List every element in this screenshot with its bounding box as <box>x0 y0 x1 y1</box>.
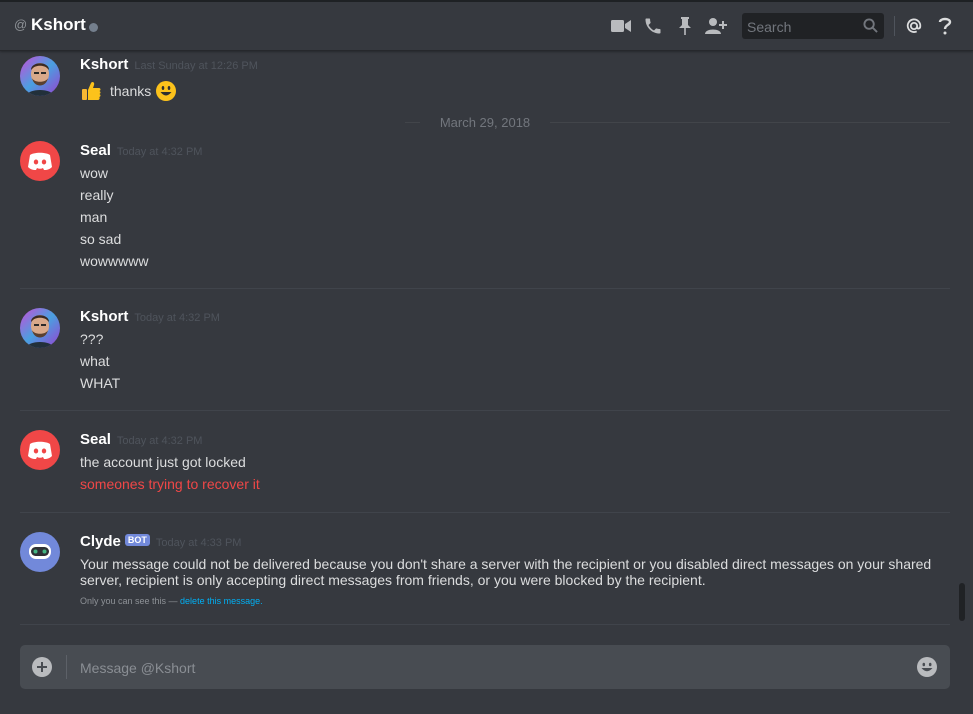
delete-message-link[interactable]: delete this message. <box>180 596 263 606</box>
message-timestamp: Last Sunday at 12:26 PM <box>134 60 258 72</box>
channel-title: Kshort <box>31 15 86 34</box>
message-input[interactable] <box>78 645 902 691</box>
upload-plus-icon[interactable] <box>32 657 52 677</box>
window-frame-edge <box>0 0 973 2</box>
thumbs-up-emoji-icon <box>80 80 102 102</box>
scrollbar-thumb[interactable] <box>959 583 965 621</box>
message-timestamp: Today at 4:32 PM <box>116 146 203 158</box>
message-group-divider <box>20 624 950 625</box>
message-content: wowwwww <box>80 253 149 269</box>
message-content: the account just got locked <box>80 454 246 470</box>
message-content: thanks <box>80 80 177 102</box>
message-content: WHAT <box>80 375 121 391</box>
message-author[interactable]: Seal Today at 4:32 PM <box>80 431 202 448</box>
message-content: so sad <box>80 231 122 247</box>
channel-header: @ Kshort <box>0 0 973 51</box>
message-author[interactable]: Clyde BOT Today at 4:33 PM <box>80 533 241 550</box>
message-group-divider <box>20 288 950 289</box>
message-content: wow <box>80 165 109 181</box>
search-box[interactable] <box>742 13 884 41</box>
message-author[interactable]: Seal Today at 4:32 PM <box>80 142 202 159</box>
message-group-divider <box>20 410 950 411</box>
voice-call-icon[interactable] <box>642 15 664 37</box>
message-timestamp: Today at 4:32 PM <box>116 435 203 447</box>
message-composer <box>20 645 950 691</box>
avatar-seal[interactable] <box>20 141 60 181</box>
message-content: what <box>80 353 110 369</box>
video-call-icon[interactable] <box>610 15 632 37</box>
dm-at-symbol: @ <box>14 17 28 32</box>
message-list[interactable]: Kshort Last Sunday at 12:26 PM thanks Mar… <box>0 52 960 630</box>
pin-icon[interactable] <box>674 15 696 37</box>
date-divider-label: March 29, 2018 <box>439 115 531 130</box>
date-divider: March 29, 2018 <box>20 115 950 130</box>
add-friend-icon[interactable] <box>705 15 727 37</box>
avatar-kshort[interactable] <box>20 308 60 348</box>
message-timestamp: Today at 4:32 PM <box>134 312 220 324</box>
message-author[interactable]: Kshort Last Sunday at 12:26 PM <box>80 56 258 73</box>
smiley-emoji-icon <box>155 80 177 102</box>
message-content: man <box>80 209 108 225</box>
bot-badge: BOT <box>124 534 150 546</box>
user-status-offline-dot <box>89 23 98 32</box>
message-group-divider <box>20 512 950 513</box>
message-author[interactable]: Kshort Today at 4:32 PM <box>80 308 220 325</box>
help-icon[interactable] <box>934 15 956 37</box>
avatar-kshort[interactable] <box>20 56 60 96</box>
message-content: Your message could not be delivered beca… <box>80 556 932 572</box>
search-input[interactable] <box>742 13 865 41</box>
message-content-error: someones trying to recover it <box>80 476 260 492</box>
emoji-picker-icon[interactable] <box>916 656 938 683</box>
message-timestamp: Today at 4:33 PM <box>155 537 242 549</box>
avatar-seal[interactable] <box>20 430 60 470</box>
ephemeral-notice: Only you can see this — delete this mess… <box>80 596 263 606</box>
mention-icon[interactable] <box>903 15 925 37</box>
message-content: server, recipient is only accepting dire… <box>80 572 706 588</box>
header-divider <box>894 16 895 36</box>
message-content: really <box>80 187 114 203</box>
search-icon[interactable] <box>863 18 878 38</box>
composer-divider <box>66 655 67 679</box>
message-content: ??? <box>80 331 104 347</box>
avatar-clyde[interactable] <box>20 532 60 572</box>
